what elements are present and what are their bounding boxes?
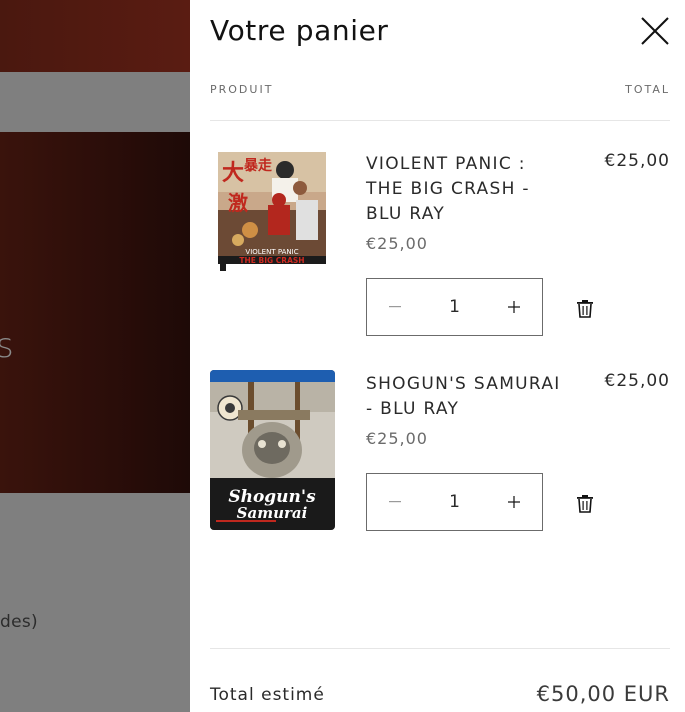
background-page: s des)	[0, 0, 190, 712]
product-image[interactable]: Shogun's Samurai	[210, 370, 335, 530]
image-caption: VIOLENT PANIC	[245, 248, 298, 256]
trash-icon	[577, 300, 593, 318]
image-caption: THE BIG CRASH	[239, 256, 304, 265]
plus-icon	[508, 496, 521, 508]
cart-title: Votre panier	[210, 14, 389, 47]
svg-text:大: 大	[222, 160, 244, 186]
cart-item: Shogun's Samurai SHOGUN'S SAMURAI - BLU …	[210, 370, 670, 560]
close-button[interactable]	[639, 15, 671, 47]
remove-item-button[interactable]	[576, 299, 594, 319]
estimated-total-value: €50,00 EUR	[536, 682, 670, 706]
column-header-total: TOTAL	[625, 83, 670, 96]
minus-icon	[388, 501, 401, 503]
column-header-product: PRODUIT	[210, 83, 274, 96]
cart-item: 大 暴走 激 VIOLENT PANIC THE BIG CRASH VIOLE…	[210, 150, 670, 340]
background-hero-banner	[0, 132, 190, 493]
quantity-stepper	[366, 473, 543, 531]
header-divider	[210, 120, 670, 121]
minus-icon	[388, 306, 401, 308]
decrease-quantity-button[interactable]	[367, 279, 423, 335]
decrease-quantity-button[interactable]	[367, 474, 423, 530]
unit-price: €25,00	[366, 234, 428, 253]
background-text: des)	[0, 612, 38, 632]
image-caption: Samurai	[237, 504, 308, 522]
close-icon	[641, 17, 669, 45]
quantity-input[interactable]	[422, 491, 487, 513]
increase-quantity-button[interactable]	[487, 279, 543, 335]
estimated-total-label: Total estimé	[210, 685, 325, 705]
trash-icon	[577, 495, 593, 513]
product-image[interactable]: 大 暴走 激 VIOLENT PANIC THE BIG CRASH	[210, 150, 335, 275]
line-total: €25,00	[604, 371, 670, 391]
increase-quantity-button[interactable]	[487, 474, 543, 530]
quantity-stepper	[366, 278, 543, 336]
svg-text:激: 激	[228, 191, 248, 215]
line-total: €25,00	[604, 151, 670, 171]
product-name-link[interactable]: VIOLENT PANIC : THE BIG CRASH - BLU RAY	[366, 152, 566, 227]
svg-text:暴走: 暴走	[243, 158, 273, 174]
unit-price: €25,00	[366, 429, 428, 448]
cart-drawer: Votre panier PRODUIT TOTAL 大 暴走 激 VIOLEN…	[190, 0, 685, 712]
remove-item-button[interactable]	[576, 494, 594, 514]
quantity-input[interactable]	[422, 296, 487, 318]
footer-divider	[210, 648, 670, 649]
plus-icon	[508, 301, 521, 313]
product-name-link[interactable]: SHOGUN'S SAMURAI - BLU RAY	[366, 372, 566, 422]
background-hero-text: s	[0, 326, 14, 366]
background-header-band	[0, 0, 190, 72]
